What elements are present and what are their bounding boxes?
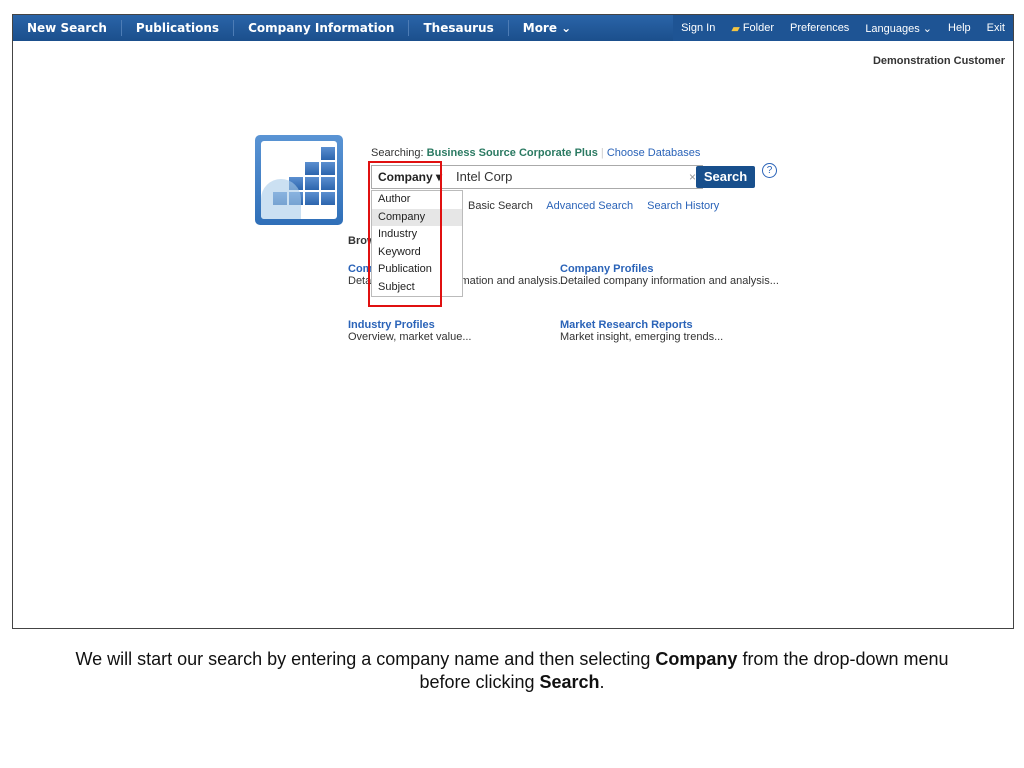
database-name: Business Source Corporate Plus <box>426 147 598 159</box>
browse-item-title[interactable]: Industry Profiles <box>348 319 472 331</box>
caption: We will start our search by entering a c… <box>0 648 1024 694</box>
exit-link[interactable]: Exit <box>979 22 1013 34</box>
searching-line: Searching: Business Source Corporate Plu… <box>371 147 701 159</box>
languages-link[interactable]: Languages ⌄ <box>857 22 940 35</box>
caption-bold: Company <box>655 649 738 669</box>
search-input[interactable]: Intel Corp <box>456 169 512 184</box>
browse-item-title[interactable]: Market Research Reports <box>560 319 723 331</box>
search-links: Basic Search Advanced Search Search Hist… <box>468 200 730 212</box>
browse-item-desc: Detailed company information and analysi… <box>560 275 779 287</box>
browse-item-desc: Overview, market value... <box>348 331 472 343</box>
nav-more[interactable]: More ⌄ <box>509 20 585 36</box>
browse-item-title[interactable]: Company Profiles <box>560 263 779 275</box>
basic-search-link[interactable]: Basic Search <box>468 200 533 212</box>
user-name: Demonstration Customer <box>872 55 1005 67</box>
nav-new-search[interactable]: New Search <box>13 20 122 36</box>
nav-company-information[interactable]: Company Information <box>234 20 410 36</box>
search-history-link[interactable]: Search History <box>647 200 719 212</box>
bsc-logo-icon <box>255 135 343 225</box>
clear-icon[interactable]: × <box>689 170 696 184</box>
browse-item: Industry Profiles Overview, market value… <box>348 319 472 343</box>
browse-item: Company Profiles Detailed company inform… <box>560 263 779 287</box>
browser-frame: New Search Publications Company Informat… <box>12 14 1014 629</box>
choose-databases-link[interactable]: Choose Databases <box>607 147 701 159</box>
caption-text: . <box>599 672 605 692</box>
help-link[interactable]: Help <box>940 22 979 34</box>
folder-icon[interactable]: ▰ <box>723 22 739 35</box>
nav-thesaurus[interactable]: Thesaurus <box>409 20 509 36</box>
caption-bold: Search <box>539 672 600 692</box>
browse-item-desc: Market insight, emerging trends... <box>560 331 724 343</box>
browse-item: Market Research Reports Market insight, … <box>560 319 723 343</box>
highlight-box <box>368 161 442 307</box>
sign-in-link[interactable]: Sign In <box>673 22 723 34</box>
caption-text: We will start our search by entering a c… <box>75 649 656 669</box>
nav-right: Sign In ▰ Folder Preferences Languages ⌄… <box>673 15 1013 41</box>
folder-link[interactable]: Folder <box>740 22 782 34</box>
nav-publications[interactable]: Publications <box>122 20 235 36</box>
help-icon[interactable]: ? <box>762 163 777 178</box>
advanced-search-link[interactable]: Advanced Search <box>546 200 633 212</box>
top-nav: New Search Publications Company Informat… <box>13 15 1013 41</box>
preferences-link[interactable]: Preferences <box>782 22 857 34</box>
search-button[interactable]: Search <box>696 166 755 188</box>
